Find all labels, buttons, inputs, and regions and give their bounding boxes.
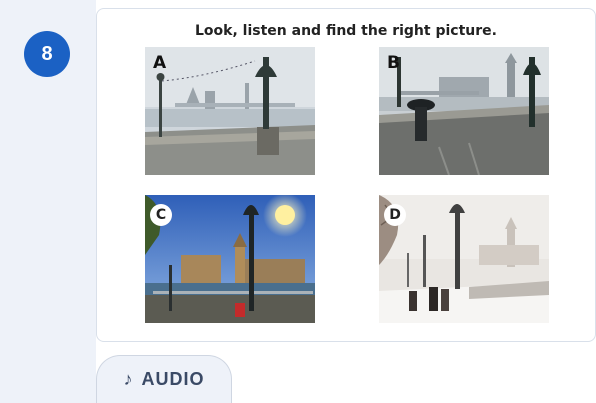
rainy-embankment-image <box>379 47 549 175</box>
option-d-label: D <box>384 204 406 226</box>
option-a-picture[interactable]: A <box>145 47 315 175</box>
question-number-badge: 8 <box>24 31 70 77</box>
option-d-picture[interactable]: D <box>379 195 549 323</box>
question-instruction: Look, listen and find the right picture. <box>195 23 497 39</box>
option-c-label: C <box>150 204 172 226</box>
option-b-picture[interactable]: B <box>379 47 549 175</box>
question-card: Look, listen and find the right picture.… <box>96 8 596 342</box>
music-note-icon: ♪ <box>123 369 134 389</box>
option-c-picture[interactable]: C <box>145 195 315 323</box>
option-a-label: A <box>153 53 167 73</box>
audio-button-label: AUDIO <box>141 369 205 389</box>
option-b-label: B <box>387 53 400 73</box>
audio-button[interactable]: ♪ AUDIO <box>96 355 232 403</box>
misty-embankment-image <box>145 47 315 175</box>
